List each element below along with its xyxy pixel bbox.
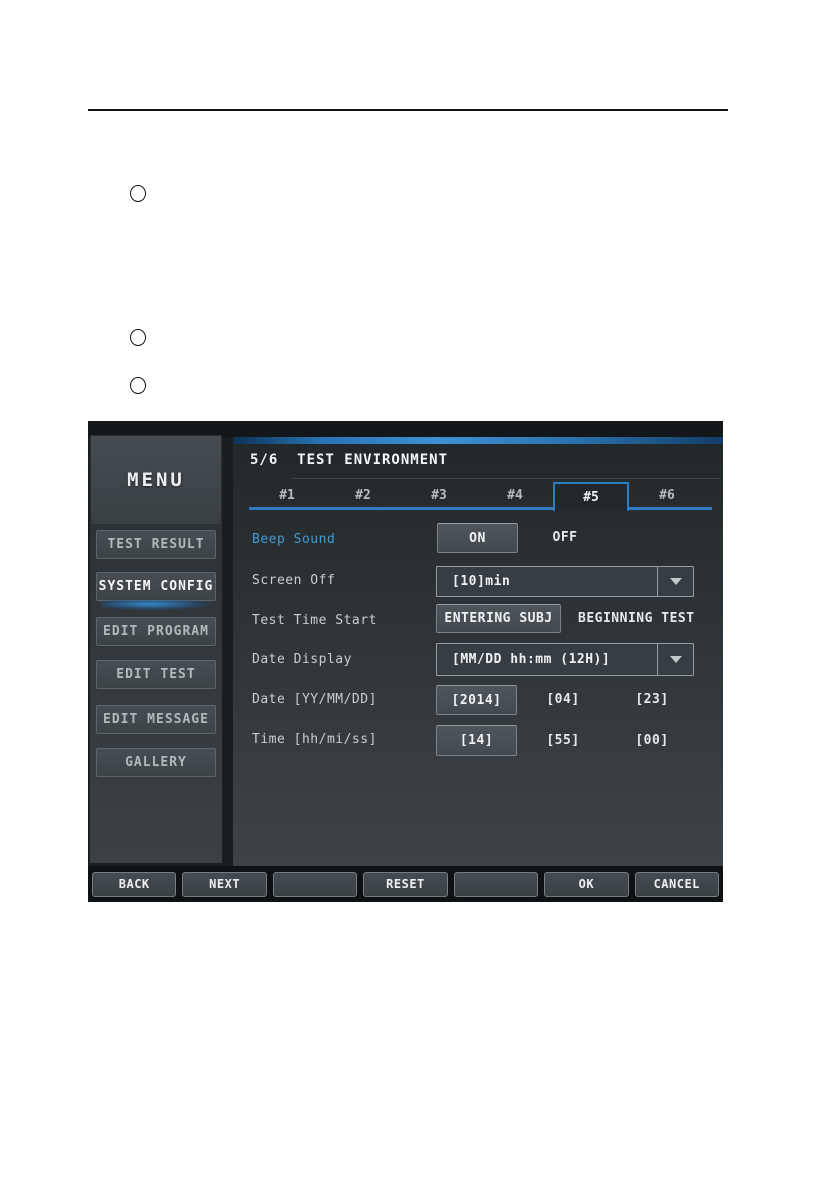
date-month-value[interactable]: [04]: [533, 691, 593, 709]
sidebar-item-edit-test[interactable]: EDIT TEST: [96, 660, 216, 689]
sidebar-item-gallery[interactable]: GALLERY: [96, 748, 216, 777]
back-button[interactable]: BACK: [92, 871, 177, 897]
title-separator: [292, 478, 720, 479]
blank-button-2[interactable]: [453, 871, 539, 897]
date-display-label: Date Display: [252, 652, 352, 667]
time-hour-button[interactable]: [14]: [436, 725, 517, 756]
chevron-down-icon: [669, 578, 682, 585]
device-settings-screenshot: MENU TEST RESULT SYSTEM CONFIG EDIT PROG…: [88, 421, 723, 902]
screen-off-label: Screen Off: [252, 573, 336, 588]
top-blue-accent-band: [233, 437, 723, 444]
tab-4[interactable]: #4: [477, 482, 553, 508]
entering-subj-button[interactable]: ENTERING SUBJ: [436, 604, 561, 633]
bullet-circle: [130, 185, 146, 202]
dropdown-arrow-button[interactable]: [657, 644, 693, 675]
date-year-button[interactable]: [2014]: [436, 685, 517, 715]
bullet-circle: [130, 377, 146, 394]
ok-button[interactable]: OK: [544, 871, 629, 897]
test-time-start-label: Test Time Start: [252, 613, 377, 628]
tab-3[interactable]: #3: [401, 482, 477, 508]
date-label: Date [YY/MM/DD]: [252, 692, 377, 707]
time-second-value[interactable]: [00]: [622, 732, 682, 750]
next-button[interactable]: NEXT: [182, 871, 267, 897]
beginning-test-option[interactable]: BEGINNING TEST: [578, 610, 694, 628]
cancel-button[interactable]: CANCEL: [634, 871, 719, 897]
time-minute-value[interactable]: [55]: [533, 732, 593, 750]
tab-6[interactable]: #6: [629, 482, 705, 508]
menu-header: MENU: [90, 435, 222, 525]
sidebar-item-test-result[interactable]: TEST RESULT: [96, 530, 216, 559]
content-panel: 5/6 TEST ENVIRONMENT #1 #2 #3 #4 #5 #6 B…: [233, 437, 723, 866]
beep-on-button[interactable]: ON: [437, 523, 518, 553]
beep-sound-label: Beep Sound: [252, 532, 336, 547]
chevron-down-icon: [669, 656, 682, 663]
date-day-value[interactable]: [23]: [622, 691, 682, 709]
page-title: 5/6 TEST ENVIRONMENT: [250, 452, 449, 468]
reset-button[interactable]: RESET: [363, 871, 448, 897]
tab-1[interactable]: #1: [249, 482, 325, 508]
blank-button-1[interactable]: [272, 871, 358, 897]
sidebar-item-edit-message[interactable]: EDIT MESSAGE: [96, 705, 216, 734]
sidebar-item-system-config[interactable]: SYSTEM CONFIG: [96, 572, 216, 601]
manual-page: MENU TEST RESULT SYSTEM CONFIG EDIT PROG…: [0, 0, 839, 1191]
tab-5-active[interactable]: #5: [553, 482, 629, 511]
screen-off-dropdown[interactable]: [10]min: [436, 566, 694, 597]
footer-bar: BACK NEXT RESET OK CANCEL: [88, 866, 723, 902]
dropdown-arrow-button[interactable]: [657, 567, 693, 596]
screen-off-value: [10]min: [452, 574, 511, 589]
sidebar-item-edit-program[interactable]: EDIT PROGRAM: [96, 617, 216, 646]
beep-off-option[interactable]: OFF: [535, 529, 595, 547]
menu-title: MENU: [127, 469, 185, 491]
time-label: Time [hh/mi/ss]: [252, 732, 377, 747]
bullet-circle: [130, 329, 146, 346]
horizontal-rule: [88, 109, 728, 111]
date-display-value: [MM/DD hh:mm (12H)]: [452, 652, 611, 667]
date-display-dropdown[interactable]: [MM/DD hh:mm (12H)]: [436, 643, 694, 676]
tab-2[interactable]: #2: [325, 482, 401, 508]
